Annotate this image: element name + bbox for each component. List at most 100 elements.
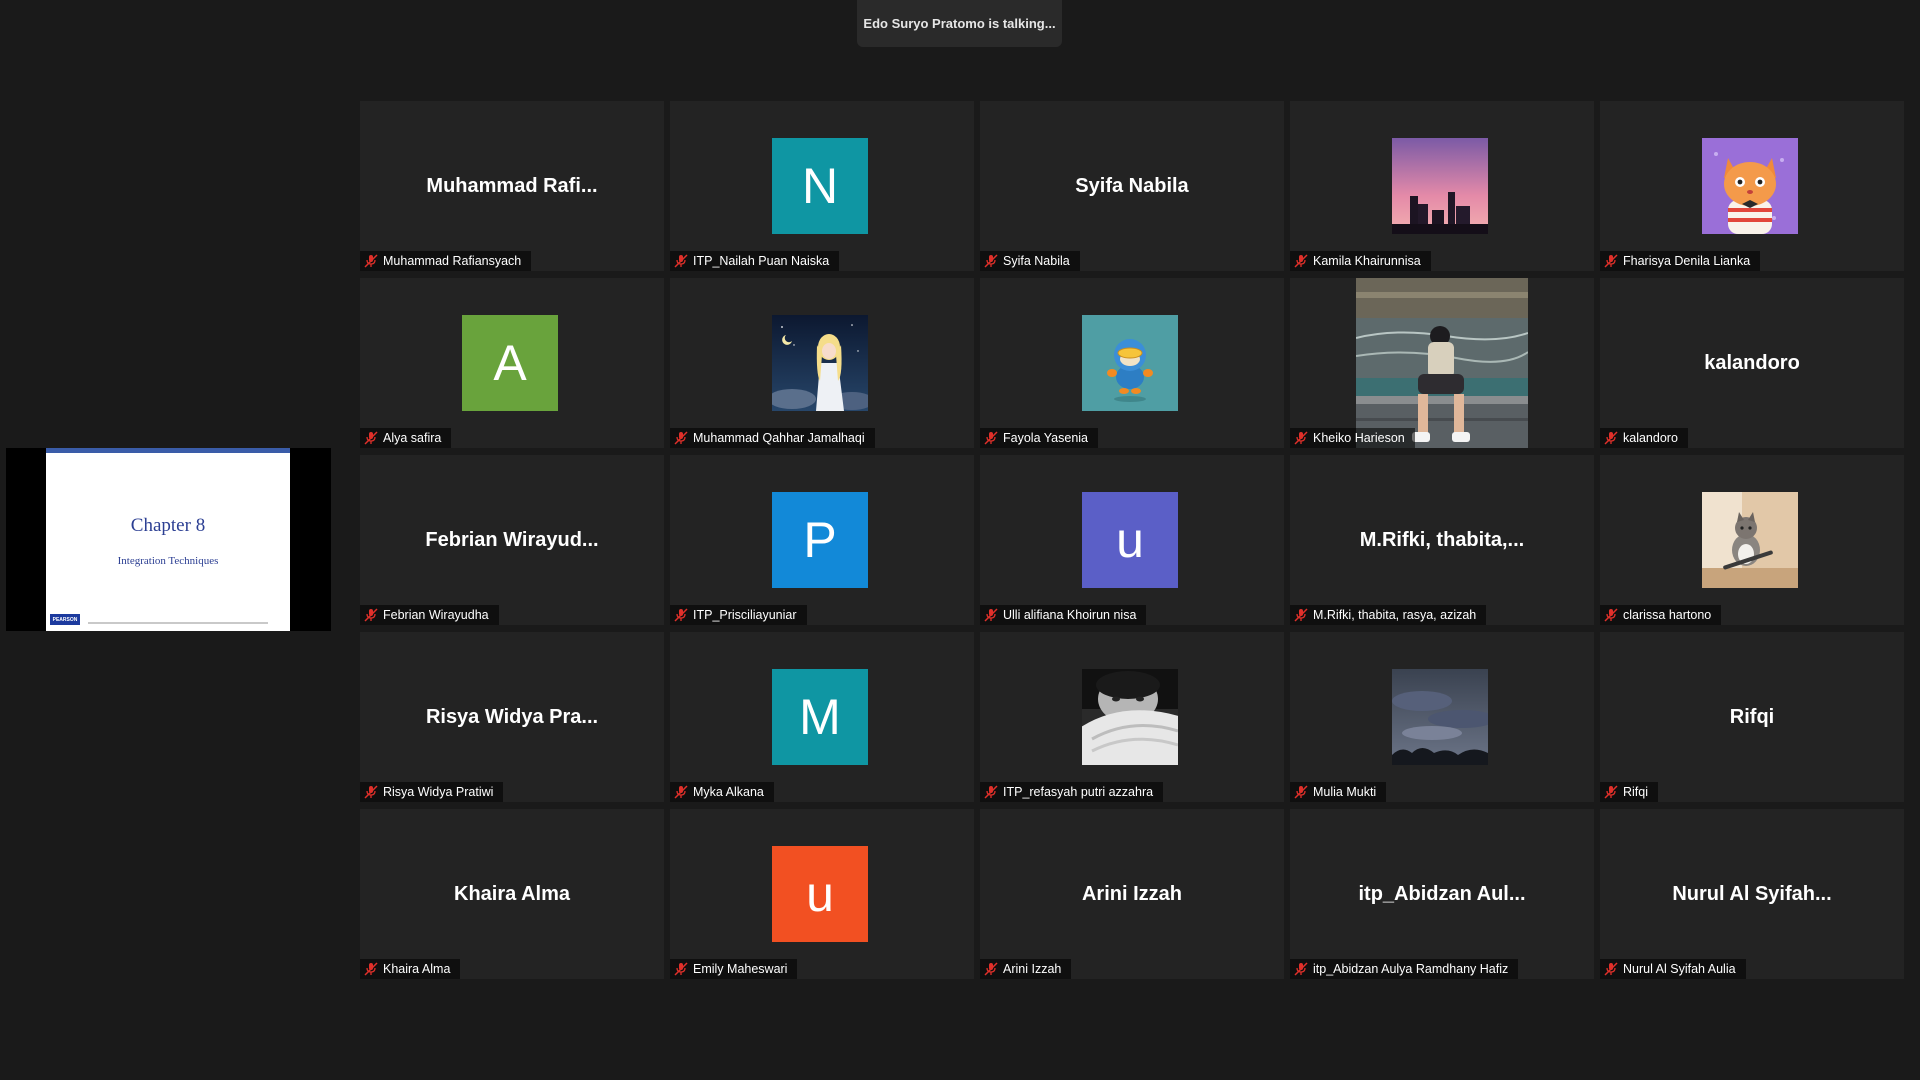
- participant-name: Arini Izzah: [1003, 962, 1062, 976]
- microphone-muted-icon: [1294, 608, 1308, 622]
- microphone-muted-icon: [984, 608, 998, 622]
- shared-screen-thumbnail[interactable]: Chapter 8 Integration Techniques PEARSON: [6, 448, 331, 631]
- microphone-muted-icon: [984, 431, 998, 445]
- slide-title: Chapter 8: [130, 515, 206, 536]
- participant-name-label: Kheiko Harieson: [1290, 428, 1415, 448]
- microphone-muted-icon: [1294, 962, 1308, 976]
- participant-name-label: Muhammad Rafiansyach: [360, 251, 532, 271]
- microphone-muted-icon: [1604, 431, 1618, 445]
- microphone-muted-icon: [674, 254, 688, 268]
- microphone-muted-icon: [984, 785, 998, 799]
- participant-name-label: Rifqi: [1600, 782, 1659, 802]
- participant-tile[interactable]: ITP_refasyah putri azzahra: [980, 632, 1284, 802]
- participant-tile[interactable]: Muhammad Qahhar Jamalhaqi: [670, 278, 974, 448]
- participant-name-label: Fayola Yasenia: [980, 428, 1099, 448]
- participant-tile[interactable]: M.Rifki, thabita,... M.Rifki, thabita, ra…: [1290, 455, 1594, 625]
- avatar-photo: [1392, 669, 1488, 765]
- participant-name: Syifa Nabila: [1003, 254, 1070, 268]
- microphone-muted-icon: [364, 431, 378, 445]
- participant-tile[interactable]: u Emily Maheswari: [670, 809, 974, 979]
- participant-name: Muhammad Rafiansyach: [383, 254, 522, 268]
- avatar-photo: [772, 315, 868, 411]
- participant-name-label: Arini Izzah: [980, 959, 1072, 979]
- participant-tile[interactable]: Kamila Khairunnisa: [1290, 101, 1594, 271]
- participant-name-label: kalandoro: [1600, 428, 1688, 448]
- participant-name-label: Risya Widya Pratiwi: [360, 782, 504, 802]
- participant-name-label: Emily Maheswari: [670, 959, 798, 979]
- avatar-photo: [1082, 315, 1178, 411]
- participant-name: ITP_Prisciliayuniar: [693, 608, 797, 622]
- participant-name: Emily Maheswari: [693, 962, 788, 976]
- presentation-slide: Chapter 8 Integration Techniques PEARSON: [46, 448, 290, 631]
- participant-name: clarissa hartono: [1623, 608, 1712, 622]
- avatar-initial: u: [772, 846, 868, 942]
- participant-name: Alya safira: [383, 431, 442, 445]
- participant-name-label: ITP_Nailah Puan Naiska: [670, 251, 840, 271]
- participant-tile[interactable]: kalandoro kalandoro: [1600, 278, 1904, 448]
- active-speaker-banner: Edo Suryo Pratomo is talking...: [857, 0, 1062, 47]
- participant-tile[interactable]: P ITP_Prisciliayuniar: [670, 455, 974, 625]
- participant-tile[interactable]: Syifa Nabila Syifa Nabila: [980, 101, 1284, 271]
- participant-display-name: Febrian Wirayud...: [425, 529, 599, 551]
- participant-name: M.Rifki, thabita, rasya, azizah: [1313, 608, 1477, 622]
- microphone-muted-icon: [364, 962, 378, 976]
- participant-display-name: itp_Abidzan Aul...: [1358, 883, 1526, 905]
- participant-tile[interactable]: clarissa hartono: [1600, 455, 1904, 625]
- participant-name: Kheiko Harieson: [1313, 431, 1405, 445]
- microphone-muted-icon: [1294, 431, 1308, 445]
- participant-name: Ulli alifiana Khoirun nisa: [1003, 608, 1137, 622]
- participant-name: Kamila Khairunnisa: [1313, 254, 1421, 268]
- participant-tile[interactable]: itp_Abidzan Aul... itp_Abidzan Aulya Ramd…: [1290, 809, 1594, 979]
- participant-display-name: Muhammad Rafi...: [426, 175, 598, 197]
- participant-tile[interactable]: u Ulli alifiana Khoirun nisa: [980, 455, 1284, 625]
- participant-tile[interactable]: N ITP_Nailah Puan Naiska: [670, 101, 974, 271]
- participant-name: kalandoro: [1623, 431, 1678, 445]
- microphone-muted-icon: [984, 962, 998, 976]
- participant-name: Myka Alkana: [693, 785, 764, 799]
- participant-tile[interactable]: M Myka Alkana: [670, 632, 974, 802]
- participant-tile[interactable]: Khaira Alma Khaira Alma: [360, 809, 664, 979]
- slide-subtitle: Integration Techniques: [117, 555, 219, 567]
- avatar-photo: [1082, 669, 1178, 765]
- avatar-initial: u: [1082, 492, 1178, 588]
- participant-tile[interactable]: Mulia Mukti: [1290, 632, 1594, 802]
- participant-name-label: Khaira Alma: [360, 959, 461, 979]
- participant-name: ITP_Nailah Puan Naiska: [693, 254, 830, 268]
- participant-display-name: Rifqi: [1729, 706, 1775, 728]
- participant-tile[interactable]: Muhammad Rafi... Muhammad Rafiansyach: [360, 101, 664, 271]
- participant-name-label: Alya safira: [360, 428, 452, 448]
- participant-gallery: Muhammad Rafi... Muhammad Rafiansyach N ITP…: [360, 101, 1904, 979]
- participant-tile[interactable]: Arini Izzah Arini Izzah: [980, 809, 1284, 979]
- avatar-photo: [1702, 492, 1798, 588]
- participant-name: ITP_refasyah putri azzahra: [1003, 785, 1154, 799]
- participant-name-label: Ulli alifiana Khoirun nisa: [980, 605, 1147, 625]
- microphone-muted-icon: [364, 608, 378, 622]
- participant-name: itp_Abidzan Aulya Ramdhany Hafiz: [1313, 962, 1509, 976]
- microphone-muted-icon: [364, 785, 378, 799]
- participant-name: Rifqi: [1623, 785, 1649, 799]
- avatar-initial: P: [772, 492, 868, 588]
- participant-name-label: Febrian Wirayudha: [360, 605, 499, 625]
- participant-name-label: Mulia Mukti: [1290, 782, 1387, 802]
- microphone-muted-icon: [984, 254, 998, 268]
- participant-name: Febrian Wirayudha: [383, 608, 489, 622]
- participant-name-label: Fharisya Denila Lianka: [1600, 251, 1761, 271]
- participant-tile[interactable]: Kheiko Harieson: [1290, 278, 1594, 448]
- participant-tile[interactable]: Febrian Wirayud... Febrian Wirayudha: [360, 455, 664, 625]
- participant-tile[interactable]: Rifqi Rifqi: [1600, 632, 1904, 802]
- participant-display-name: Syifa Nabila: [1075, 175, 1189, 197]
- microphone-muted-icon: [1604, 785, 1618, 799]
- publisher-logo: PEARSON: [50, 614, 80, 625]
- slide-copyright-line: [88, 622, 268, 624]
- participant-tile[interactable]: Risya Widya Pra... Risya Widya Pratiwi: [360, 632, 664, 802]
- participant-tile[interactable]: Fayola Yasenia: [980, 278, 1284, 448]
- participant-tile[interactable]: Nurul Al Syifah... Nurul Al Syifah Aulia: [1600, 809, 1904, 979]
- participant-tile[interactable]: Fharisya Denila Lianka: [1600, 101, 1904, 271]
- microphone-muted-icon: [1294, 254, 1308, 268]
- participant-name-label: Syifa Nabila: [980, 251, 1080, 271]
- participant-name-label: Nurul Al Syifah Aulia: [1600, 959, 1746, 979]
- participant-display-name: M.Rifki, thabita,...: [1359, 529, 1525, 551]
- video-feed: [1356, 278, 1528, 448]
- participant-display-name: Khaira Alma: [454, 883, 570, 905]
- participant-tile[interactable]: A Alya safira: [360, 278, 664, 448]
